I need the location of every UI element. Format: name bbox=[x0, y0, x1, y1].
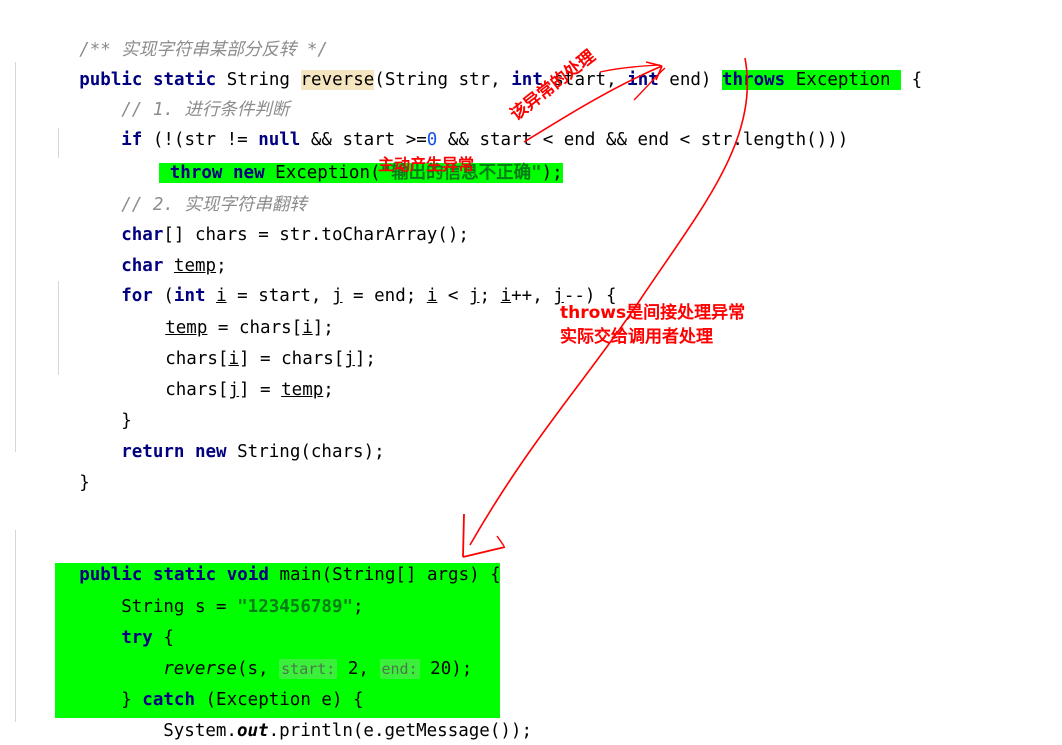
code-line-4: if (!(str != null && start >=0 && start … bbox=[58, 95, 848, 150]
token-hint-end-sp bbox=[420, 659, 431, 679]
token-assign-3b: ] = bbox=[238, 380, 282, 401]
highlight-throws-clause: throws Exception bbox=[721, 70, 902, 91]
code-line-10: temp = chars[i]; bbox=[102, 283, 334, 338]
token-var-temp-3: temp bbox=[281, 380, 324, 401]
code-line-21: } catch (Exception e) { bbox=[58, 655, 363, 710]
token-out: out bbox=[236, 721, 269, 742]
code-line-17: public static void main(String[] args) { bbox=[16, 530, 501, 585]
token-return-expr: String(chars); bbox=[237, 442, 385, 463]
token-for-d: = end; bbox=[342, 286, 427, 307]
token-method-reverse: reverse bbox=[300, 70, 375, 91]
token-var-i-3: i bbox=[500, 286, 512, 307]
token-for-g: ++, bbox=[511, 286, 554, 307]
token-param-end: end) bbox=[658, 70, 722, 91]
token-arg-20: 20 bbox=[430, 659, 452, 680]
token-space-10 bbox=[227, 442, 238, 462]
code-line-12: chars[j] = temp; bbox=[102, 345, 334, 400]
token-paren-close: ); bbox=[541, 163, 563, 184]
token-for-f: ; bbox=[479, 286, 501, 307]
token-var-j-4: j bbox=[344, 349, 355, 370]
token-for-e: < bbox=[437, 286, 469, 307]
token-println: .println(e.getMessage()); bbox=[268, 721, 532, 742]
code-line-14: return new String(chars); bbox=[58, 407, 384, 462]
code-line-22: System.out.println(e.getMessage()); bbox=[100, 686, 532, 741]
token-call-close: ); bbox=[451, 659, 473, 680]
token-var-j-5: j bbox=[228, 380, 239, 401]
code-line-13: } bbox=[58, 376, 132, 431]
token-type-exception: Exception bbox=[795, 70, 891, 91]
token-int-2: int bbox=[627, 70, 659, 91]
token-close-brace-method: } bbox=[79, 473, 90, 494]
annotation-throws-indirect-line-1: throws是间接处理异常 bbox=[560, 303, 746, 323]
token-assign-2c: ]; bbox=[354, 349, 376, 370]
token-sig-params: (String str, bbox=[374, 70, 512, 91]
code-line-9: for (int i = start, j = end; i < j; i++,… bbox=[58, 251, 616, 306]
code-line-15: } bbox=[16, 438, 90, 493]
code-line-20b: reverse(s, start: 2, end: 20); bbox=[100, 624, 472, 680]
token-new-2: new bbox=[194, 442, 227, 463]
code-line-19: String s = "123456789"; bbox=[58, 562, 364, 592]
code-line-8: char temp; bbox=[58, 221, 226, 276]
code-line-24-visible: } bbox=[16, 718, 90, 745]
code-line-11: chars[i] = chars[j]; bbox=[102, 314, 376, 369]
token-throws: throws bbox=[721, 70, 786, 91]
code-line-2: public static String reverse(String str,… bbox=[16, 35, 922, 91]
annotation-throws-indirect-line-2: 实际交给调用者处理 bbox=[560, 327, 713, 347]
token-assign-3c: ; bbox=[323, 380, 334, 401]
code-line-6: // 2. 实现字符串翻转 bbox=[58, 160, 307, 215]
code-line-7: char[] chars = str.toCharArray(); bbox=[58, 190, 469, 245]
token-space-9 bbox=[184, 442, 195, 462]
code-line-5: throw new Exception("输出的信息不正确"); bbox=[96, 128, 563, 184]
code-line-1: /** 实现字符串某部分反转 */ bbox=[16, 5, 328, 60]
token-space-5 bbox=[891, 70, 902, 90]
param-hint-end: end: bbox=[379, 659, 420, 680]
token-open-brace: { bbox=[901, 70, 923, 91]
token-assign-3a: chars[ bbox=[165, 380, 229, 401]
code-editor-screenshot: /** 实现字符串某部分反转 */ public static String r… bbox=[0, 0, 1062, 745]
token-var-i-2: i bbox=[426, 286, 438, 307]
code-line-3: // 1. 进行条件判断 bbox=[58, 65, 289, 120]
token-return: return bbox=[121, 442, 185, 463]
token-system: System. bbox=[163, 721, 237, 742]
annotation-active-throw: 主动产生异常 bbox=[378, 155, 475, 174]
token-space-3 bbox=[290, 70, 301, 90]
token-var-j-2: j bbox=[468, 286, 480, 307]
token-space-4 bbox=[785, 70, 796, 90]
